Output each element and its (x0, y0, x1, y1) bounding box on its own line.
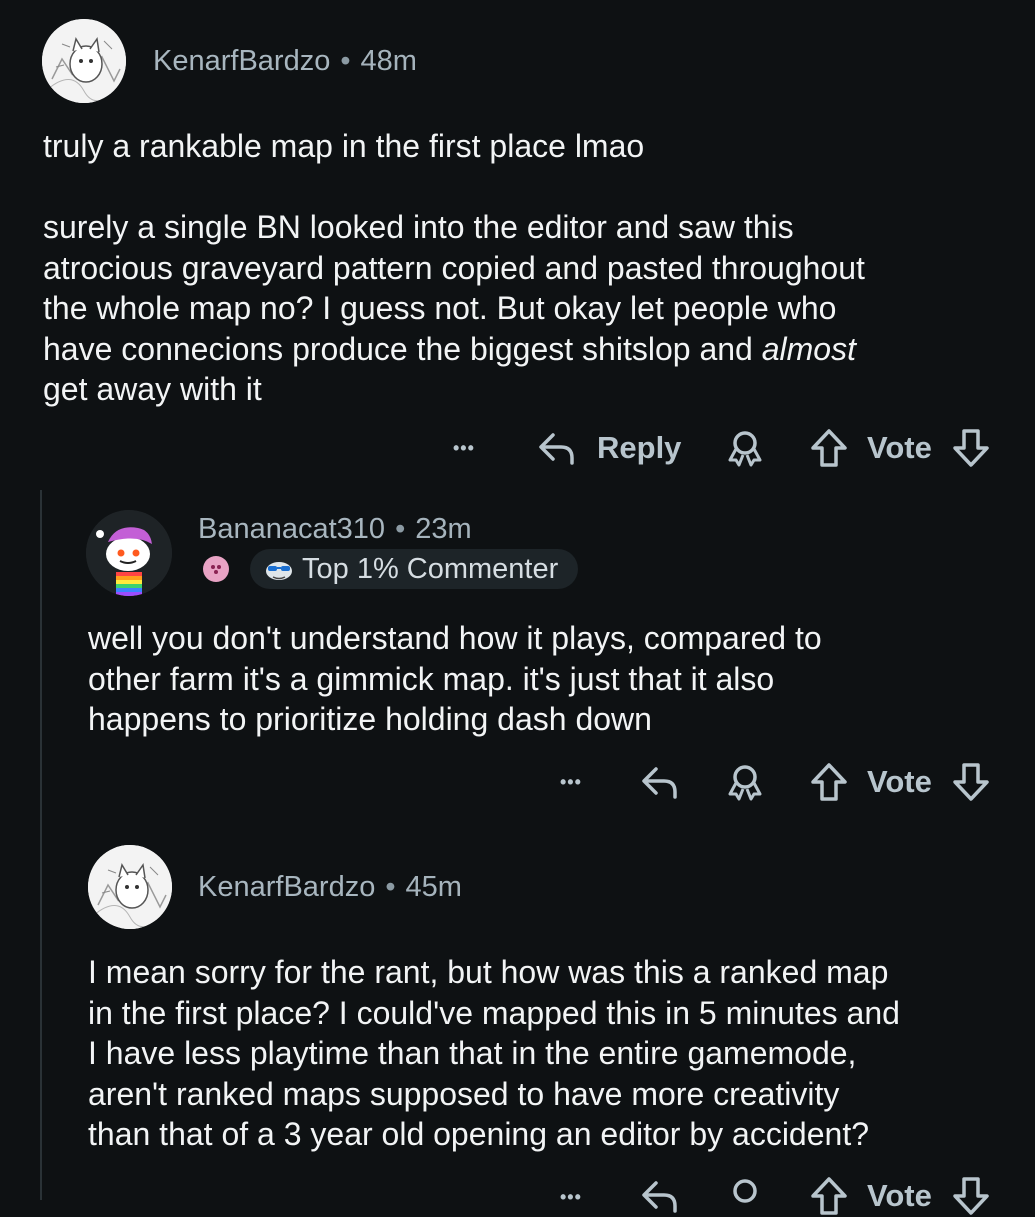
cat-illustration-avatar (88, 845, 172, 929)
reply-icon (642, 1181, 677, 1213)
username[interactable]: KenarfBardzo (198, 871, 375, 903)
upvote-arrow-icon (811, 1177, 847, 1215)
emphasis-text: almost (761, 330, 856, 367)
comment-blank-line (43, 167, 865, 208)
award-icon (728, 431, 762, 467)
comment-line: happens to prioritize holding dash down (88, 701, 652, 737)
comment-body: well you don't understand how it plays, … (88, 618, 822, 740)
upvote-button[interactable] (808, 762, 850, 802)
vote-count: Vote (867, 1176, 932, 1216)
sunglasses-snoo-icon (266, 562, 292, 580)
more-icon: ••• (560, 771, 582, 792)
timestamp: 45m (405, 871, 462, 903)
flair-dots-icon (211, 565, 221, 574)
award-icon (728, 765, 762, 801)
comment-text: have connecions produce the biggest shit… (43, 330, 753, 367)
reply-icon (539, 433, 574, 465)
comment-line: have connecions produce the biggest shit… (43, 329, 865, 370)
comment-line: well you don't understand how it plays, … (88, 620, 822, 656)
award-icon (733, 1179, 757, 1203)
comment-line: atrocious graveyard pattern copied and p… (43, 249, 865, 286)
vote-count: Vote (867, 762, 932, 802)
user-flair-icon (203, 556, 229, 582)
comment-body: I mean sorry for the rant, but how was t… (88, 952, 900, 1155)
comment-line: than that of a 3 year old opening an edi… (88, 1116, 869, 1152)
top-commenter-badge[interactable]: Top 1% Commenter (250, 549, 579, 589)
vote-label: Vote (867, 430, 932, 465)
upvote-button[interactable] (808, 428, 850, 468)
avatar[interactable] (42, 19, 126, 103)
comment-line: I have less playtime than that in the en… (88, 1035, 857, 1071)
more-options-button[interactable]: ••• (560, 767, 582, 797)
downvote-button[interactable] (950, 762, 992, 802)
username[interactable]: Bananacat310 (198, 513, 385, 545)
comment-line: aren't ranked maps supposed to have more… (88, 1075, 840, 1112)
more-options-button[interactable]: ••• (560, 1182, 582, 1212)
more-icon: ••• (560, 1186, 582, 1207)
separator-dot: • (395, 513, 406, 545)
vote-label: Vote (867, 1178, 932, 1213)
comment-line: the whole map no? I guess not. But okay … (43, 290, 837, 326)
more-icon: ••• (453, 437, 475, 458)
upvote-arrow-icon (811, 763, 847, 801)
upvote-arrow-icon (811, 429, 847, 467)
vote-label: Vote (867, 764, 932, 799)
avatar[interactable] (86, 510, 172, 596)
comment-line: in the first place? I could've mapped th… (88, 994, 900, 1031)
downvote-button[interactable] (950, 1176, 992, 1216)
downvote-arrow-icon (953, 1177, 989, 1215)
separator-dot: • (340, 45, 351, 77)
thread-line (40, 490, 42, 1200)
reply-button[interactable] (640, 1176, 680, 1216)
comment-line: other farm it's a gimmick map. it's just… (88, 660, 775, 697)
downvote-arrow-icon (953, 429, 989, 467)
comment-line: surely a single BN looked into the edito… (43, 209, 794, 245)
reply-icon (642, 767, 677, 799)
comment-line: I mean sorry for the rant, but how was t… (88, 954, 889, 990)
upvote-button[interactable] (808, 1176, 850, 1216)
reply-label: Reply (597, 430, 682, 465)
separator-dot: • (385, 871, 396, 903)
award-button[interactable] (724, 762, 766, 802)
timestamp: 48m (360, 45, 417, 77)
username[interactable]: KenarfBardzo (153, 45, 330, 77)
comment-body: truly a rankable map in the first place … (43, 126, 865, 410)
reply-button[interactable] (640, 762, 680, 802)
comment-meta: KenarfBardzo • 48m (153, 47, 417, 76)
award-button[interactable] (724, 1176, 766, 1216)
comment-line: truly a rankable map in the first place … (43, 128, 645, 164)
comment-meta: Bananacat310 • 23m (198, 515, 472, 544)
more-options-button[interactable]: ••• (453, 433, 475, 463)
downvote-button[interactable] (950, 428, 992, 468)
downvote-arrow-icon (953, 763, 989, 801)
badge-label: Top 1% Commenter (302, 552, 559, 585)
reply-button[interactable]: Reply (537, 428, 681, 468)
avatar[interactable] (88, 845, 172, 929)
snoo-avatar (86, 510, 172, 596)
timestamp: 23m (415, 513, 472, 545)
comment-line: get away with it (43, 371, 262, 407)
cat-illustration-avatar (42, 19, 126, 103)
award-button[interactable] (724, 428, 766, 468)
comment-meta: KenarfBardzo • 45m (198, 873, 462, 902)
vote-count: Vote (867, 428, 932, 468)
